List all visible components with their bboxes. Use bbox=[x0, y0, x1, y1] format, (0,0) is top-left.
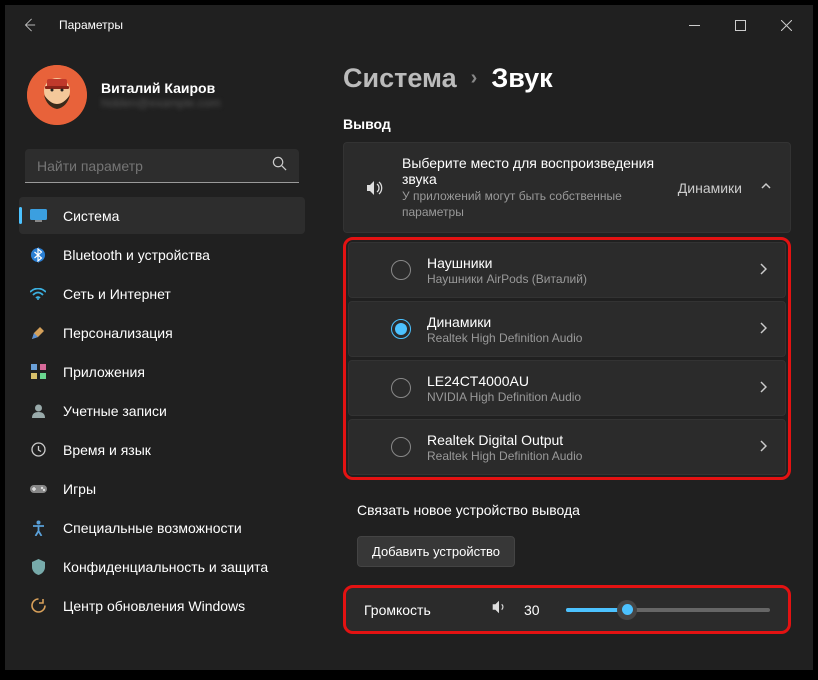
output-header-title: Выберите место для воспроизведения звука bbox=[402, 155, 662, 187]
output-device-row[interactable]: Динамики Realtek High Definition Audio bbox=[348, 301, 786, 357]
nav-item-label: Система bbox=[63, 208, 119, 224]
nav-item-label: Bluetooth и устройства bbox=[63, 247, 210, 263]
nav-list: Система Bluetooth и устройства Сеть и Инте… bbox=[19, 197, 315, 624]
chevron-up-icon bbox=[760, 180, 772, 195]
output-device-list: Наушники Наушники AirPods (Виталий) Дина… bbox=[343, 237, 791, 480]
device-name: Динамики bbox=[427, 314, 743, 330]
minimize-button[interactable] bbox=[671, 5, 717, 45]
device-name: LE24CT4000AU bbox=[427, 373, 743, 389]
nav-item-label: Специальные возможности bbox=[63, 520, 242, 536]
sidebar: Виталий Каиров hidden@example.com Систем… bbox=[5, 45, 315, 670]
speaker-icon bbox=[362, 178, 386, 198]
nav-item-accounts[interactable]: Учетные записи bbox=[19, 392, 305, 429]
radio-button[interactable] bbox=[391, 260, 411, 280]
time-icon bbox=[29, 441, 47, 459]
personalize-icon bbox=[29, 324, 47, 342]
system-icon bbox=[29, 207, 47, 225]
update-icon bbox=[29, 597, 47, 615]
search-box[interactable] bbox=[25, 149, 299, 183]
volume-value: 30 bbox=[524, 602, 550, 618]
output-device-row[interactable]: Наушники Наушники AirPods (Виталий) bbox=[348, 242, 786, 298]
breadcrumb-current: Звук bbox=[491, 63, 552, 94]
volume-block: Громкость 30 bbox=[343, 585, 791, 634]
nav-item-label: Приложения bbox=[63, 364, 145, 380]
breadcrumb: Система › Звук bbox=[343, 63, 791, 94]
main-content: Система › Звук Вывод Выберите место для … bbox=[315, 45, 813, 670]
device-subtitle: Наушники AirPods (Виталий) bbox=[427, 272, 743, 286]
back-button[interactable] bbox=[9, 5, 49, 45]
nav-item-label: Время и язык bbox=[63, 442, 151, 458]
slider-thumb[interactable] bbox=[617, 600, 637, 620]
nav-item-label: Центр обновления Windows bbox=[63, 598, 245, 614]
device-subtitle: Realtek High Definition Audio bbox=[427, 449, 743, 463]
device-subtitle: NVIDIA High Definition Audio bbox=[427, 390, 743, 404]
nav-item-update[interactable]: Центр обновления Windows bbox=[19, 587, 305, 624]
radio-button[interactable] bbox=[391, 319, 411, 339]
output-device-row[interactable]: Realtek Digital Output Realtek High Defi… bbox=[348, 419, 786, 475]
nav-item-label: Учетные записи bbox=[63, 403, 167, 419]
search-input[interactable] bbox=[37, 158, 272, 174]
volume-label: Громкость bbox=[364, 602, 474, 618]
maximize-button[interactable] bbox=[717, 5, 763, 45]
breadcrumb-parent[interactable]: Система bbox=[343, 63, 457, 94]
access-icon bbox=[29, 519, 47, 537]
user-email: hidden@example.com bbox=[101, 96, 221, 110]
volume-icon[interactable] bbox=[490, 598, 508, 621]
close-button[interactable] bbox=[763, 5, 809, 45]
privacy-icon bbox=[29, 558, 47, 576]
network-icon bbox=[29, 285, 47, 303]
chevron-right-icon bbox=[759, 263, 767, 278]
nav-item-gaming[interactable]: Игры bbox=[19, 470, 305, 507]
output-header-subtitle: У приложений могут быть собственные пара… bbox=[402, 188, 662, 220]
nav-item-apps[interactable]: Приложения bbox=[19, 353, 305, 390]
device-name: Наушники bbox=[427, 255, 743, 271]
chevron-right-icon bbox=[759, 322, 767, 337]
nav-item-personalize[interactable]: Персонализация bbox=[19, 314, 305, 351]
radio-button[interactable] bbox=[391, 378, 411, 398]
pair-device-label: Связать новое устройство вывода bbox=[343, 494, 791, 526]
nav-item-label: Конфиденциальность и защита bbox=[63, 559, 268, 575]
chevron-right-icon bbox=[759, 440, 767, 455]
radio-button[interactable] bbox=[391, 437, 411, 457]
nav-item-network[interactable]: Сеть и Интернет bbox=[19, 275, 305, 312]
add-device-button[interactable]: Добавить устройство bbox=[357, 536, 515, 567]
output-section-label: Вывод bbox=[343, 116, 791, 132]
nav-item-label: Игры bbox=[63, 481, 96, 497]
nav-item-privacy[interactable]: Конфиденциальность и защита bbox=[19, 548, 305, 585]
user-name: Виталий Каиров bbox=[101, 80, 221, 96]
apps-icon bbox=[29, 363, 47, 381]
chevron-right-icon: › bbox=[471, 67, 478, 90]
nav-item-time[interactable]: Время и язык bbox=[19, 431, 305, 468]
nav-item-system[interactable]: Система bbox=[19, 197, 305, 234]
nav-item-label: Персонализация bbox=[63, 325, 173, 341]
accounts-icon bbox=[29, 402, 47, 420]
gaming-icon bbox=[29, 480, 47, 498]
nav-item-access[interactable]: Специальные возможности bbox=[19, 509, 305, 546]
bluetooth-icon bbox=[29, 246, 47, 264]
nav-item-label: Сеть и Интернет bbox=[63, 286, 171, 302]
output-device-row[interactable]: LE24CT4000AU NVIDIA High Definition Audi… bbox=[348, 360, 786, 416]
volume-slider[interactable] bbox=[566, 600, 770, 620]
chevron-right-icon bbox=[759, 381, 767, 396]
output-header-card[interactable]: Выберите место для воспроизведения звука… bbox=[343, 142, 791, 233]
window-title: Параметры bbox=[59, 18, 123, 32]
device-name: Realtek Digital Output bbox=[427, 432, 743, 448]
user-block[interactable]: Виталий Каиров hidden@example.com bbox=[19, 53, 315, 143]
nav-item-bluetooth[interactable]: Bluetooth и устройства bbox=[19, 236, 305, 273]
output-selected-label: Динамики bbox=[678, 180, 742, 196]
titlebar: Параметры bbox=[5, 5, 813, 45]
search-icon bbox=[272, 156, 287, 175]
device-subtitle: Realtek High Definition Audio bbox=[427, 331, 743, 345]
avatar bbox=[27, 65, 87, 125]
